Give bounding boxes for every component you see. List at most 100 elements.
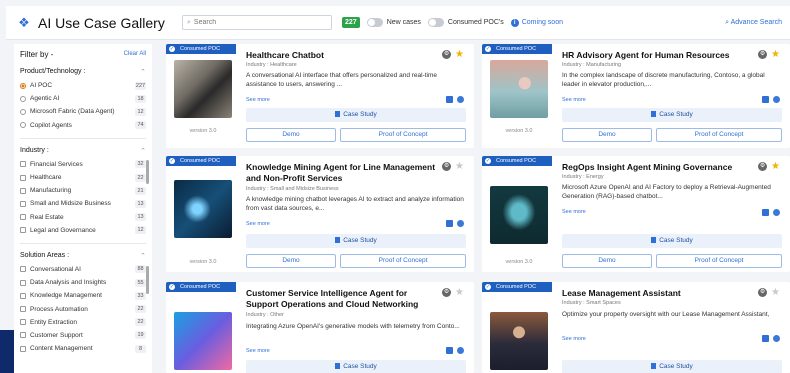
chevron-up-icon[interactable]: ⌃ xyxy=(140,147,146,158)
document-icon[interactable] xyxy=(762,209,769,216)
poc-button[interactable]: Proof of Concept xyxy=(340,128,466,142)
filter-option-smb[interactable]: Small and Midsize Business 13 xyxy=(20,197,146,210)
filter-option-knowledge[interactable]: Knowledge Management 33 xyxy=(20,289,146,302)
star-outline-icon[interactable]: ★ xyxy=(455,288,464,298)
industry-scrollbar[interactable] xyxy=(146,160,149,184)
filter-option-legal[interactable]: Legal and Governance 12 xyxy=(20,224,146,237)
checkbox[interactable] xyxy=(20,187,26,194)
filter-option-financial[interactable]: Financial Services 32 xyxy=(20,158,146,171)
star-outline-icon[interactable]: ★ xyxy=(455,162,464,172)
checkbox[interactable] xyxy=(20,227,26,234)
coming-soon-link[interactable]: Coming soon xyxy=(522,19,563,26)
globe-icon[interactable] xyxy=(773,209,780,216)
globe-icon[interactable] xyxy=(457,220,464,227)
demo-button[interactable]: Demo xyxy=(246,128,336,142)
radio-selected[interactable] xyxy=(20,82,26,89)
clear-all-link[interactable]: Clear All xyxy=(124,51,146,57)
poc-button[interactable]: Proof of Concept xyxy=(656,128,782,142)
filter-option-fabric[interactable]: Microsoft Fabric (Data Agent) 12 xyxy=(20,105,146,118)
filter-option-copilot[interactable]: Copilot Agents 74 xyxy=(20,119,146,132)
radio[interactable] xyxy=(20,108,26,115)
gear-icon[interactable]: ⚙ xyxy=(442,50,452,59)
card-title[interactable]: Knowledge Mining Agent for Line Manageme… xyxy=(246,162,438,184)
checkbox[interactable] xyxy=(20,345,26,352)
consumed-pocs-toggle[interactable] xyxy=(427,18,444,27)
radio[interactable] xyxy=(20,95,26,102)
checkbox[interactable] xyxy=(20,161,26,168)
filter-option-entity[interactable]: Entity Extraction 22 xyxy=(20,316,146,329)
star-icon[interactable]: ★ xyxy=(455,50,464,60)
use-case-card[interactable]: ✓ Consumed POC Customer Service Intellige… xyxy=(166,282,474,373)
gear-icon[interactable]: ⚙ xyxy=(442,288,452,297)
checkbox[interactable] xyxy=(20,292,26,299)
star-icon[interactable]: ★ xyxy=(771,162,780,172)
group-title-solution[interactable]: Solution Areas : ⌃ xyxy=(20,252,146,263)
group-title-product[interactable]: Product/Technology : ⌃ xyxy=(20,68,146,79)
filter-option-healthcare[interactable]: Healthcare 22 xyxy=(20,171,146,184)
see-more-link[interactable]: See more xyxy=(246,348,270,354)
poc-button[interactable]: Proof of Concept xyxy=(656,254,782,268)
filter-option-content[interactable]: Content Management 8 xyxy=(20,342,146,355)
card-title[interactable]: HR Advisory Agent for Human Resources xyxy=(562,50,754,61)
filter-option-agentic-ai[interactable]: Agentic AI 18 xyxy=(20,92,146,105)
checkbox[interactable] xyxy=(20,200,26,207)
demo-button[interactable]: Demo xyxy=(562,128,652,142)
globe-icon[interactable] xyxy=(457,347,464,354)
poc-button[interactable]: Proof of Concept xyxy=(340,254,466,268)
see-more-link[interactable]: See more xyxy=(562,209,586,215)
card-title[interactable]: RegOps Insight Agent Mining Governance xyxy=(562,162,754,173)
star-outline-icon[interactable]: ★ xyxy=(771,288,780,298)
group-title-industry[interactable]: Industry : ⌃ xyxy=(20,147,146,158)
case-study-button[interactable]: Case Study xyxy=(246,234,466,248)
see-more-link[interactable]: See more xyxy=(246,97,270,103)
demo-button[interactable]: Demo xyxy=(562,254,652,268)
case-study-button[interactable]: Case Study xyxy=(562,108,782,122)
search-box[interactable]: ⌕ xyxy=(182,15,332,30)
use-case-card[interactable]: ✓ Consumed POC version 3.0 Knowledge Mini… xyxy=(166,156,474,272)
checkbox[interactable] xyxy=(20,332,26,339)
document-icon[interactable] xyxy=(762,96,769,103)
filter-option-customer-support[interactable]: Customer Support 19 xyxy=(20,329,146,342)
chevron-up-icon[interactable]: ⌃ xyxy=(140,252,146,263)
globe-icon[interactable] xyxy=(773,335,780,342)
filter-option-manufacturing[interactable]: Manufacturing 21 xyxy=(20,184,146,197)
filter-option-ai-poc[interactable]: AI POC 227 xyxy=(20,79,146,92)
filter-option-data-analysis[interactable]: Data Analysis and Insights 55 xyxy=(20,276,146,289)
use-case-card[interactable]: ✓ Consumed POC version 3.0 RegOps Insight… xyxy=(482,156,790,272)
document-icon[interactable] xyxy=(762,335,769,342)
gear-icon[interactable]: ⚙ xyxy=(442,162,452,171)
card-title[interactable]: Customer Service Intelligence Agent for … xyxy=(246,288,438,310)
use-case-card[interactable]: ✓ Consumed POC version 3.0 HR Advisory Ag… xyxy=(482,44,790,148)
see-more-link[interactable]: See more xyxy=(562,97,586,103)
gear-icon[interactable]: ⚙ xyxy=(758,162,768,171)
case-study-button[interactable]: Case Study xyxy=(562,360,782,373)
checkbox[interactable] xyxy=(20,214,26,221)
search-input[interactable] xyxy=(193,19,314,26)
card-title[interactable]: Lease Management Assistant xyxy=(562,288,754,299)
gear-icon[interactable]: ⚙ xyxy=(758,50,768,59)
see-more-link[interactable]: See more xyxy=(246,221,270,227)
radio[interactable] xyxy=(20,122,26,129)
advanced-search-link[interactable]: ⌕ Advance Search xyxy=(725,19,782,27)
checkbox[interactable] xyxy=(20,319,26,326)
star-icon[interactable]: ★ xyxy=(771,50,780,60)
document-icon[interactable] xyxy=(446,347,453,354)
use-case-card[interactable]: ✓ Consumed POC Lease Management Assistant… xyxy=(482,282,790,373)
checkbox[interactable] xyxy=(20,306,26,313)
case-study-button[interactable]: Case Study xyxy=(246,108,466,122)
checkbox[interactable] xyxy=(20,279,26,286)
checkbox[interactable] xyxy=(20,266,26,273)
filter-option-process[interactable]: Process Automation 22 xyxy=(20,302,146,315)
document-icon[interactable] xyxy=(446,220,453,227)
globe-icon[interactable] xyxy=(773,96,780,103)
demo-button[interactable]: Demo xyxy=(246,254,336,268)
document-icon[interactable] xyxy=(446,96,453,103)
globe-icon[interactable] xyxy=(457,96,464,103)
filter-option-conversational[interactable]: Conversational AI 88 xyxy=(20,263,146,276)
card-title[interactable]: Healthcare Chatbot xyxy=(246,50,438,61)
filter-option-real-estate[interactable]: Real Estate 13 xyxy=(20,211,146,224)
use-case-card[interactable]: ✓ Consumed POC version 3.0 Healthcare Cha… xyxy=(166,44,474,148)
see-more-link[interactable]: See more xyxy=(562,336,586,342)
solution-scrollbar[interactable] xyxy=(146,266,149,294)
case-study-button[interactable]: Case Study xyxy=(246,360,466,373)
